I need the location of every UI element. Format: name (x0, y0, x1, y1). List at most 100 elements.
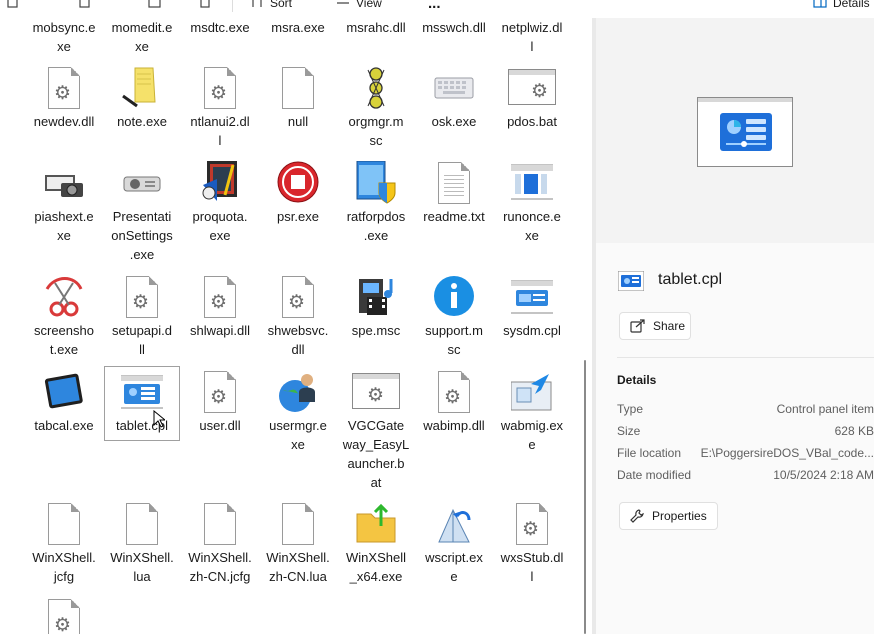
file-item-wxsstub-dll[interactable]: ⚙ wxsStub.dl l (494, 502, 570, 586)
file-item-note-exe[interactable]: note.exe (104, 66, 180, 131)
file-item-ratforpdos-exe[interactable]: ratforpdos .exe (338, 160, 414, 245)
file-item-vgcgateway-easylauncher-bat[interactable]: ⚙ VGCGate way_EasyL auncher.b at (338, 370, 414, 492)
file-item-msra-exe[interactable]: msra.exe (260, 18, 336, 37)
file-item-osk-exe[interactable]: osk.exe (416, 66, 492, 131)
file-item-tabcal-exe[interactable]: tabcal.exe (26, 370, 102, 435)
detail-value-type: Control panel item (776, 402, 874, 416)
file-item-sysdm-cpl[interactable]: sysdm.cpl (494, 275, 570, 340)
file-item-mobsync-exe[interactable]: mobsync.e xe (26, 18, 102, 56)
file-name: .exe (363, 228, 389, 243)
file-name: wabimp.dll (423, 418, 485, 433)
blank-file-icon (121, 502, 163, 546)
properties-label: Properties (652, 509, 707, 523)
batch-file-icon: ⚙ (352, 370, 400, 414)
file-name: piashext.e (34, 209, 94, 224)
delete-button[interactable] (198, 0, 218, 13)
file-name: exe (209, 228, 231, 243)
more-options-button[interactable]: ... (428, 0, 441, 13)
file-item-presentationsettings-exe[interactable]: Presentati onSettings .exe (104, 161, 180, 264)
file-item-newdev-dll[interactable]: ⚙ newdev.dll (26, 66, 102, 131)
file-item-wscript-exe[interactable]: wscript.ex e (416, 502, 492, 586)
properties-button[interactable]: Properties (619, 502, 718, 530)
file-item-wabmig-exe[interactable]: wabmig.ex e (494, 370, 570, 454)
file-item-msdtc-exe[interactable]: msdtc.exe (182, 18, 258, 37)
file-item-runonce-exe[interactable]: runonce.e xe (494, 161, 570, 245)
file-item-tablet-cpl[interactable]: tablet.cpl (104, 366, 180, 441)
file-item-winxshell-zh-cn-lua[interactable]: WinXShell. zh-CN.lua (260, 502, 336, 586)
file-name: l (530, 39, 534, 54)
paste-button[interactable] (78, 0, 98, 13)
file-item-winxshell-jcfg[interactable]: WinXShell. jcfg (26, 502, 102, 586)
file-name: ratforpdos (346, 209, 406, 224)
file-name: runonce.e (503, 209, 561, 224)
file-name: WinXShell. (32, 550, 96, 565)
sort-button[interactable]: Sort (250, 0, 292, 13)
sort-label: Sort (270, 0, 293, 10)
file-item-msrahc-dll[interactable]: msrahc.dll (338, 18, 414, 37)
file-name: msra.exe (271, 20, 325, 35)
paste-icon (79, 0, 90, 8)
file-item-winxshell-zh-cn-jcfg[interactable]: WinXShell. zh-CN.jcfg (182, 502, 258, 586)
file-name: way_EasyL (342, 437, 410, 452)
file-item-psr-exe[interactable]: psr.exe (260, 161, 336, 226)
copy-button[interactable] (6, 0, 26, 13)
file-item-netplwiz-dll[interactable]: netplwiz.dl l (494, 18, 570, 56)
file-name: tabcal.exe (34, 418, 94, 433)
details-pane: tablet.cpl Share Details Type Control pa… (596, 18, 874, 634)
vertical-scrollbar[interactable] (578, 18, 592, 634)
file-item-winxshell-lua[interactable]: WinXShell. lua (104, 502, 180, 586)
file-name: user.dll (199, 418, 241, 433)
file-item-winxshell-x64-exe[interactable]: WinXShell _x64.exe (338, 502, 414, 586)
file-name: xe (57, 228, 71, 243)
file-name: WinXShell. (110, 550, 174, 565)
file-name: WinXShell. (266, 550, 330, 565)
file-item-readme-txt[interactable]: readme.txt (416, 161, 492, 226)
file-type-icon (618, 271, 644, 291)
dll-gear-icon: ⚙ (199, 275, 241, 319)
share-toolbar-button[interactable] (148, 0, 168, 13)
view-label: View (356, 0, 382, 10)
file-item-pdos-bat[interactable]: ⚙ pdos.bat (494, 66, 570, 131)
file-name: Presentati (112, 209, 172, 224)
file-item-usermgr-exe[interactable]: usermgr.e xe (260, 370, 336, 454)
file-name: l (530, 569, 534, 584)
file-name: WinXShell (346, 550, 406, 565)
file-item-ntlanui2-dll[interactable]: ⚙ ntlanui2.dl l (182, 66, 258, 150)
share-label: Share (653, 319, 686, 333)
file-name: shlwapi.dll (190, 323, 250, 338)
file-name: WinXShell. (188, 550, 252, 565)
file-item-momedit-exe[interactable]: momedit.e xe (104, 18, 180, 56)
file-item-support-msc[interactable]: support.m sc (416, 275, 492, 359)
file-item-proquota-exe[interactable]: proquota. exe (182, 161, 258, 245)
file-item-orgmgr-msc[interactable]: orgmgr.m sc (338, 66, 414, 150)
control-panel-icon (507, 275, 557, 319)
file-item-partial[interactable]: ⚙ (26, 598, 102, 634)
file-name: tablet.cpl (115, 418, 169, 433)
view-button[interactable]: View (336, 0, 382, 13)
blank-file-icon (277, 502, 319, 546)
file-item-shwebsvc-dll[interactable]: ⚙ shwebsvc. dll (260, 275, 336, 359)
details-pane-button[interactable]: Details (813, 0, 870, 13)
wrench-icon (630, 509, 644, 523)
share-button[interactable]: Share (619, 312, 691, 340)
file-item-screenshot-exe[interactable]: screensho t.exe (26, 275, 102, 359)
file-item-wabimp-dll[interactable]: ⚙ wabimp.dll (416, 370, 492, 435)
file-item-setupapi-dll[interactable]: ⚙ setupapi.d ll (104, 275, 180, 359)
proquota-icon (199, 161, 241, 205)
file-item-null[interactable]: null (260, 66, 336, 131)
file-item-shlwapi-dll[interactable]: ⚙ shlwapi.dll (182, 275, 258, 340)
file-name: jcfg (53, 569, 75, 584)
command-bar: Sort View ... Details (0, 0, 874, 18)
file-name: support.m (425, 323, 483, 338)
file-name: zh-CN.jcfg (189, 569, 251, 584)
details-section-title: Details (617, 373, 657, 387)
file-item-msswch-dll[interactable]: msswch.dll (416, 18, 492, 37)
file-item-user-dll[interactable]: ⚙ user.dll (182, 370, 258, 435)
dll-gear-icon: ⚙ (199, 66, 241, 110)
file-item-spe-msc[interactable]: spe.msc (338, 275, 414, 340)
dll-gear-icon: ⚙ (433, 370, 475, 414)
file-name: sysdm.cpl (503, 323, 561, 338)
scrollbar-thumb[interactable] (584, 360, 586, 634)
file-item-piashext-exe[interactable]: piashext.e xe (26, 161, 102, 245)
snipping-icon (43, 275, 85, 319)
